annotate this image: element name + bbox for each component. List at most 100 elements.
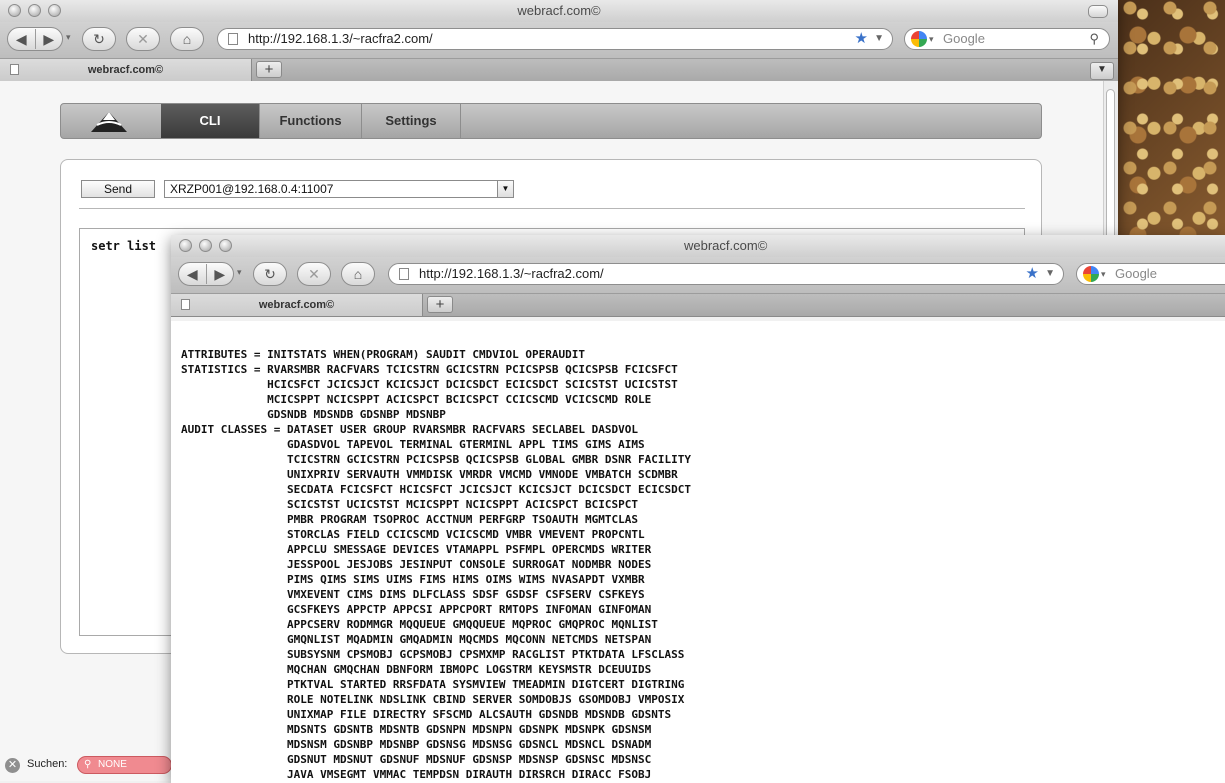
popup-new-tab-button[interactable]: + [427,296,453,313]
tab-webracf[interactable]: webracf.com© [0,59,252,81]
search-field[interactable]: ▾ Google ⚲ [904,28,1110,50]
output-line: TCICSTRN GCICSTRN PCICSPSB QCICSPSB GLOB… [181,453,691,466]
tab-functions[interactable]: Functions [260,104,362,138]
home-icon: ⌂ [182,31,192,47]
select-arrow-icon[interactable]: ▼ [497,181,513,197]
output-line: MDSNTS GDSNTB MDSNTB GDSNPN MDSNPN GDSNP… [181,723,652,736]
bookmark-star-icon[interactable]: ★ [855,29,868,49]
output-line: GCSFKEYS APPCTP APPCSI APPCPORT RMTOPS I… [181,603,652,616]
popup-window-title: webracf.com© [684,238,768,253]
output-line: PIMS QIMS SIMS UIMS FIMS HIMS OIMS WIMS … [181,573,645,586]
host-select[interactable]: XRZP001@192.168.0.4:11007 ▼ [164,180,514,198]
output-line: ROLE NOTELINK NDSLINK CBIND SERVER SOMDO… [181,693,685,706]
popup-url-text: http://192.168.1.3/~racfra2.com/ [419,266,604,281]
output-line: HCICSFCT JCICSJCT KCICSJCT DCICSDCT ECIC… [181,378,678,391]
popup-search-field[interactable]: ▾ Google [1076,263,1225,285]
output-line: SECDATA FCICSFCT HCICSFCT JCICSJCT KCICS… [181,483,691,496]
stop-button[interactable]: ✕ [126,27,160,51]
command-output: ATTRIBUTES = INITSTATS WHEN(PROGRAM) SAU… [181,347,691,782]
popup-history-caret-icon[interactable]: ▾ [237,267,242,278]
popup-search-placeholder: Google [1115,266,1157,281]
output-line: MCICSPPT NCICSPPT ACICSPCT BCICSPCT CCIC… [181,393,652,406]
panel-divider [79,208,1025,209]
command-text: setr list [91,239,157,253]
popup-page-icon [399,268,409,280]
popup-tab-webracf[interactable]: webracf.com© [171,294,423,316]
output-line: APPCLU SMESSAGE DEVICES VTAMAPPL PSFMPL … [181,543,652,556]
popup-browser-window: webracf.com© ◀ ▶ ▾ ↻ ✕ ⌂ http://192.168.1… [171,235,1225,783]
output-line: STORCLAS FIELD CCICSCMD VCICSCMD VMBR VM… [181,528,645,541]
popup-stop-icon: ✕ [308,265,320,282]
tab-title: webracf.com© [87,64,164,76]
host-select-value: XRZP001@192.168.0.4:11007 [170,182,334,196]
find-input[interactable]: ⚲ NONE [77,756,172,774]
find-close-icon[interactable]: ✕ [5,758,20,773]
popup-tabstrip: webracf.com© + [171,294,1225,317]
output-line: STATISTICS = RVARSMBR RACFVARS TCICSTRN … [181,363,678,376]
output-line: MDSNSM GDSNBP MDSNBP GDSNSG MDSNSG GDSNC… [181,738,652,751]
main-toolbar: ◀ ▶ ▾ ↻ ✕ ⌂ http://192.168.1.3/~racfra2.c… [0,22,1118,59]
forward-arrow-icon[interactable]: ▶ [36,31,63,48]
output-line: SUBSYSNM CPSMOBJ GCPSMOBJ CPSMXMP RACGLI… [181,648,685,661]
output-line: UNIXMAP FILE DIRECTRY SFSCMD ALCSAUTH GD… [181,708,672,721]
close-window-button[interactable] [8,4,21,17]
app-logo[interactable] [61,104,162,138]
popup-plus-icon: + [435,296,445,313]
back-forward-group: ◀ ▶ [7,27,63,51]
popup-back-arrow-icon[interactable]: ◀ [179,266,206,283]
output-line: SCICSTST UCICSTST MCICSPPT NCICSPPT ACIC… [181,498,638,511]
window-controls [8,4,61,17]
popup-home-icon: ⌂ [353,266,363,282]
popup-reload-button[interactable]: ↻ [253,262,287,286]
reload-button[interactable]: ↻ [82,27,116,51]
reload-icon: ↻ [93,30,105,47]
popup-zoom-button[interactable] [219,239,232,252]
popup-tab-page-icon [181,299,190,310]
search-placeholder: Google [943,31,985,46]
tab-page-icon [10,64,19,75]
popup-address-bar[interactable]: http://192.168.1.3/~racfra2.com/ ★ ▼ [388,263,1064,285]
output-line: PTKTVAL STARTED RRSFDATA SYSMVIEW TMEADM… [181,678,685,691]
google-icon [911,31,927,47]
popup-forward-arrow-icon[interactable]: ▶ [207,266,234,283]
history-caret-icon[interactable]: ▾ [66,32,71,43]
new-tab-button[interactable]: + [256,61,282,78]
tab-overview-button[interactable]: ▼ [1090,62,1114,80]
send-button[interactable]: Send [81,180,155,198]
output-line: JESSPOOL JESJOBS JESINPUT CONSOLE SURROG… [181,558,652,571]
popup-minimize-button[interactable] [199,239,212,252]
popup-page-content: ATTRIBUTES = INITSTATS WHEN(PROGRAM) SAU… [171,321,1225,783]
output-line: GDSNDB MDSNDB GDSNBP MDSNBP [181,408,446,421]
popup-close-button[interactable] [179,239,192,252]
output-line: PMBR PROGRAM TSOPROC ACCTNUM PERFGRP TSO… [181,513,638,526]
home-button[interactable]: ⌂ [170,27,204,51]
output-line: GDSNUT MDSNUT GDSNUF MDSNUF GDSNSP MDSNS… [181,753,652,766]
main-titlebar: webracf.com© [0,0,1118,22]
output-line: APPCSERV RODMMGR MQQUEUE GMQQUEUE MQPROC… [181,618,658,631]
back-arrow-icon[interactable]: ◀ [8,31,35,48]
toolbar-toggle-button[interactable] [1088,5,1108,18]
popup-url-dropdown-icon[interactable]: ▼ [1045,264,1055,284]
output-line: JAVA VMSEGMT VMMAC TEMPDSN DIRAUTH DIRSR… [181,768,652,781]
find-search-icon: ⚲ [84,759,92,770]
search-engine-caret-icon[interactable]: ▾ [929,29,934,49]
tab-list-icon: ▼ [1097,64,1107,75]
find-input-value: NONE [98,759,127,770]
main-tabstrip: webracf.com© + ▼ [0,59,1118,82]
popup-toolbar: ◀ ▶ ▾ ↻ ✕ ⌂ http://192.168.1.3/~racfra2.c… [171,257,1225,294]
output-line: ATTRIBUTES = INITSTATS WHEN(PROGRAM) SAU… [181,348,585,361]
popup-home-button[interactable]: ⌂ [341,262,375,286]
search-icon: ⚲ [1089,31,1099,46]
zoom-window-button[interactable] [48,4,61,17]
output-line: GDASDVOL TAPEVOL TERMINAL GTERMINL APPL … [181,438,645,451]
tab-cli[interactable]: CLI [161,104,260,138]
popup-stop-button[interactable]: ✕ [297,262,331,286]
url-dropdown-icon[interactable]: ▼ [874,29,884,49]
minimize-window-button[interactable] [28,4,41,17]
popup-window-controls [179,239,232,252]
popup-back-forward-group: ◀ ▶ [178,262,234,286]
address-bar[interactable]: http://192.168.1.3/~racfra2.com/ ★ ▼ [217,28,893,50]
tab-settings[interactable]: Settings [362,104,461,138]
popup-search-engine-caret-icon[interactable]: ▾ [1101,264,1106,284]
popup-bookmark-star-icon[interactable]: ★ [1026,264,1039,284]
